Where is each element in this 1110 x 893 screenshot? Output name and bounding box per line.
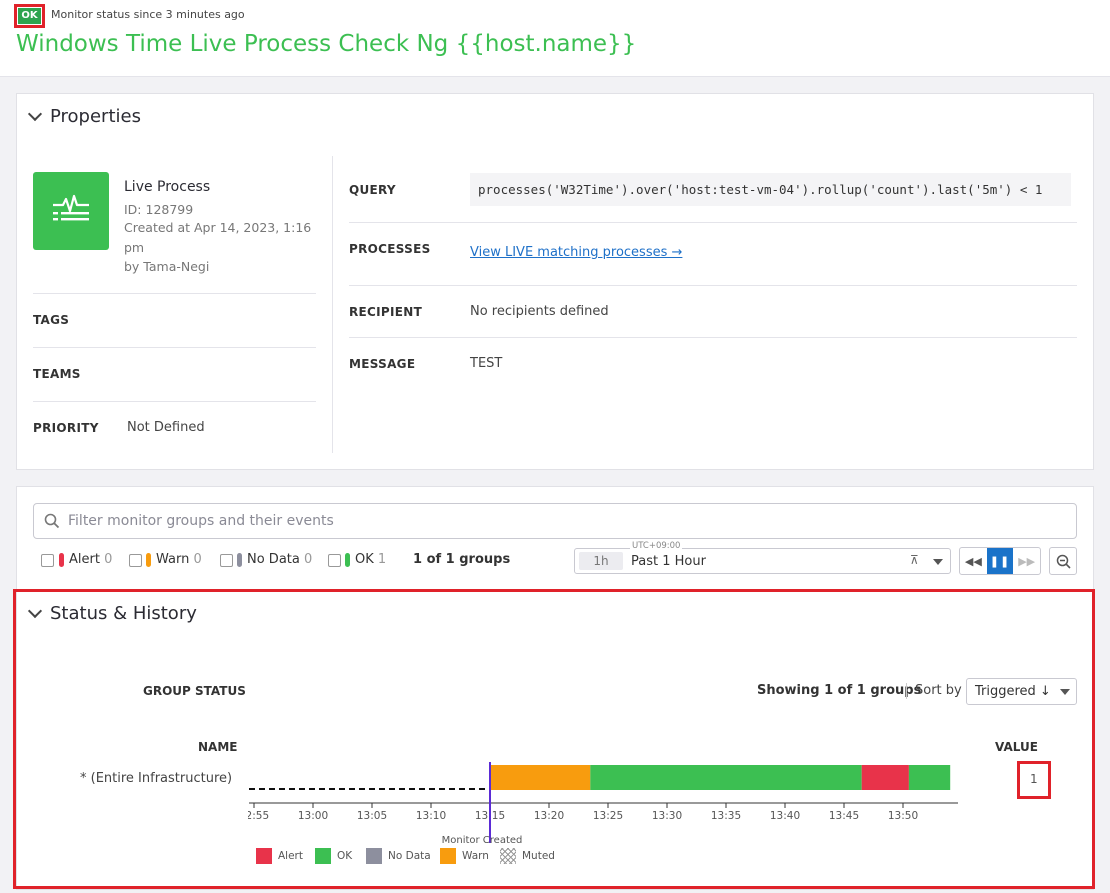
- warn-pill-icon: [146, 553, 151, 567]
- status-since-text: Monitor status since 3 minutes ago: [51, 8, 245, 21]
- no-data-filter-label: No Data 0: [247, 552, 313, 567]
- legend-swatch: [500, 848, 516, 864]
- group-row-name[interactable]: * (Entire Infrastructure): [80, 771, 232, 786]
- warn-filter-label: Warn 0: [156, 552, 202, 567]
- ok-checkbox[interactable]: [328, 554, 341, 567]
- legend-swatch: [315, 848, 331, 864]
- view-live-processes-link[interactable]: View LIVE matching processes →: [470, 245, 682, 260]
- tags-label: TAGS: [33, 313, 70, 327]
- pin-icon[interactable]: ⊼: [910, 553, 919, 567]
- chevron-down-icon: [27, 603, 43, 619]
- sort-select[interactable]: Triggered ↓: [966, 678, 1077, 705]
- column-divider: [332, 156, 333, 453]
- created-by: by Tama-Negi: [124, 259, 210, 274]
- timezone-label: UTC+09:00: [630, 541, 683, 551]
- pause-icon: ❚❚: [989, 554, 1011, 568]
- created-at-cont: pm: [124, 240, 145, 255]
- status-history-toggle[interactable]: Status & History: [27, 603, 197, 624]
- no-data-checkbox[interactable]: [220, 554, 233, 567]
- monitor-type: Live Process: [124, 179, 211, 195]
- priority-label: PRIORITY: [33, 421, 99, 435]
- alert-pill-icon: [59, 553, 64, 567]
- chevron-down-icon[interactable]: [933, 559, 943, 565]
- name-column-header: NAME: [198, 740, 238, 754]
- query-value: processes('W32Time').over('host:test-vm-…: [470, 173, 1071, 206]
- divider: [33, 293, 316, 294]
- ok-filter-label: OK 1: [355, 552, 387, 567]
- value-column-header: VALUE: [995, 740, 1038, 754]
- chevron-down-icon: [27, 106, 43, 122]
- legend-swatch: [366, 848, 382, 864]
- alert-checkbox[interactable]: [41, 554, 54, 567]
- status-history-title: Status & History: [50, 603, 197, 624]
- query-label: QUERY: [349, 183, 396, 197]
- time-range-value: Past 1 Hour: [631, 554, 706, 569]
- chevron-down-icon: [1060, 689, 1070, 695]
- priority-value: Not Defined: [127, 420, 205, 435]
- search-placeholder: Filter monitor groups and their events: [68, 513, 334, 529]
- message-label: MESSAGE: [349, 357, 416, 371]
- group-row-value: 1: [1030, 772, 1038, 786]
- properties-card: [16, 93, 1094, 470]
- alert-filter-label: Alert 0: [69, 552, 113, 567]
- message-value: TEST: [470, 356, 503, 371]
- live-process-icon: [33, 172, 109, 250]
- group-status-label: GROUP STATUS: [143, 684, 246, 698]
- divider: [33, 401, 316, 402]
- rewind-icon: ◀◀: [964, 554, 982, 568]
- ok-pill-icon: [345, 553, 350, 567]
- fast-forward-icon: ▶▶: [1018, 554, 1036, 568]
- zoom-out-icon: [1056, 554, 1071, 569]
- showing-count: Showing 1 of 1 groups: [757, 683, 922, 698]
- legend-swatch: [256, 848, 272, 864]
- status-badge: OK: [18, 8, 41, 24]
- rewind-button[interactable]: ◀◀: [960, 548, 987, 574]
- page-title: Windows Time Live Process Check Ng {{hos…: [16, 31, 637, 57]
- properties-toggle[interactable]: Properties: [27, 106, 141, 127]
- status-history-highlight: [13, 589, 1095, 889]
- divider: [349, 222, 1077, 223]
- playback-controls: ◀◀ ❚❚ ▶▶: [959, 547, 1041, 575]
- sort-value: Triggered ↓: [975, 684, 1051, 699]
- divider: [349, 285, 1077, 286]
- legend-alert: Alert: [256, 848, 303, 864]
- monitor-header: OK Monitor status since 3 minutes ago Wi…: [0, 0, 1110, 77]
- pause-button[interactable]: ❚❚: [986, 548, 1014, 574]
- warn-checkbox[interactable]: [129, 554, 142, 567]
- divider: [906, 683, 907, 699]
- no-data-pill-icon: [237, 553, 242, 567]
- legend-ok: OK: [315, 848, 352, 864]
- fast-forward-button[interactable]: ▶▶: [1013, 548, 1040, 574]
- time-abbr: 1h: [579, 552, 623, 570]
- group-filter-search[interactable]: Filter monitor groups and their events: [33, 503, 1077, 539]
- search-icon: [44, 513, 60, 529]
- sort-by-label: Sort by: [915, 683, 962, 698]
- divider: [33, 347, 316, 348]
- created-at: Created at Apr 14, 2023, 1:16: [124, 220, 312, 235]
- time-range-picker[interactable]: 1h Past 1 Hour ⊼: [574, 548, 951, 574]
- legend-muted: Muted: [500, 848, 555, 864]
- groups-count: 1 of 1 groups: [413, 552, 511, 567]
- divider: [349, 337, 1077, 338]
- processes-label: PROCESSES: [349, 242, 431, 256]
- recipient-value: No recipients defined: [470, 304, 609, 319]
- legend-swatch: [440, 848, 456, 864]
- legend-warn: Warn: [440, 848, 489, 864]
- zoom-out-button[interactable]: [1049, 547, 1077, 575]
- recipient-label: RECIPIENT: [349, 305, 423, 319]
- monitor-id: ID: 128799: [124, 202, 194, 217]
- properties-title: Properties: [50, 106, 141, 127]
- teams-label: TEAMS: [33, 367, 81, 381]
- legend-no-data: No Data: [366, 848, 431, 864]
